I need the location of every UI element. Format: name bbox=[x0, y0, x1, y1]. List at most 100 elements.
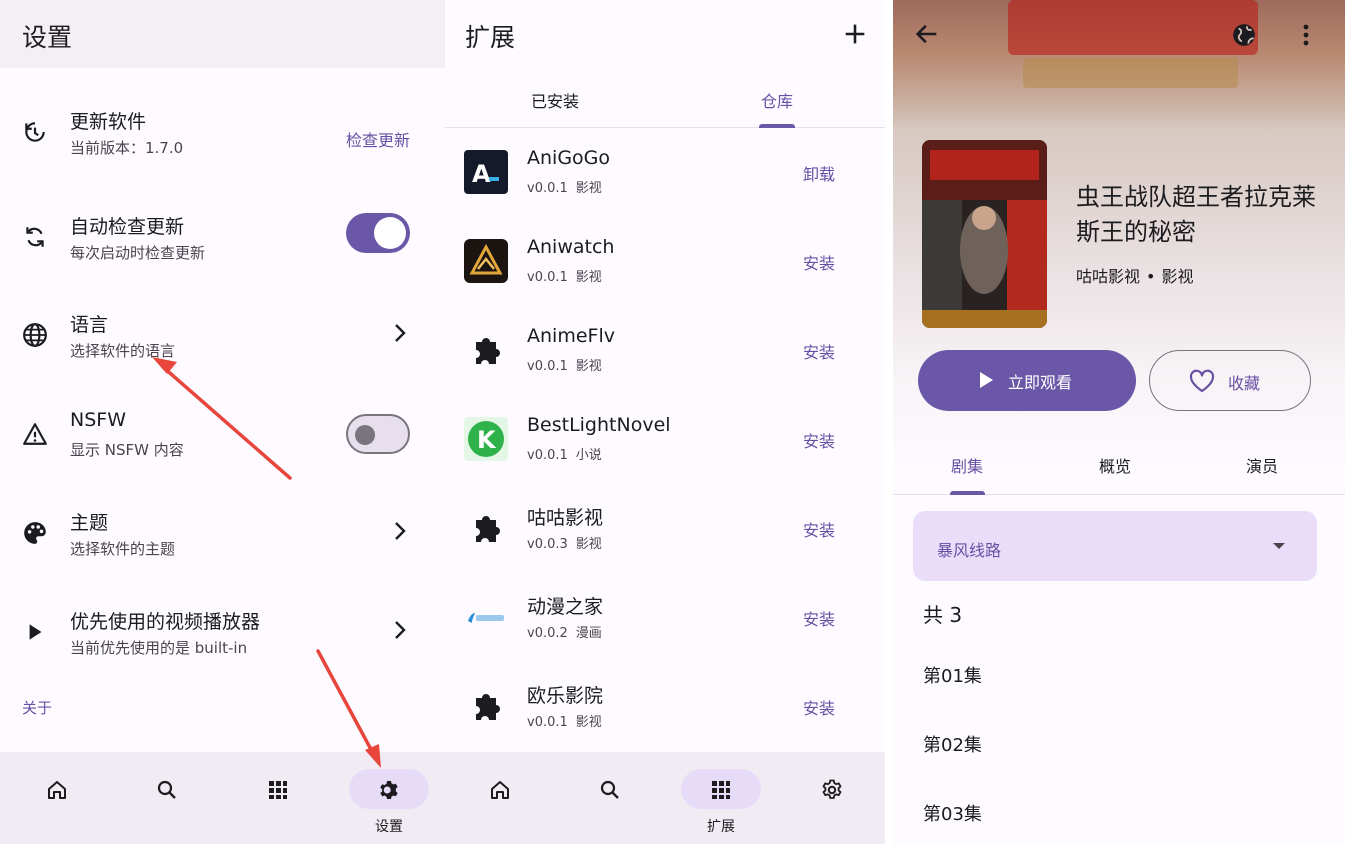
extensions-app-bar: 扩展 bbox=[445, 0, 885, 68]
extension-name: AniGoGo bbox=[527, 147, 611, 169]
extension-name: 欧乐影院 bbox=[527, 685, 604, 707]
about-link[interactable]: 关于 bbox=[22, 697, 52, 718]
update-icon bbox=[25, 122, 45, 142]
source-name: 咕咕影视 bbox=[1076, 267, 1141, 286]
route-selected-value: 暴风线路 bbox=[937, 541, 1002, 560]
settings-item-theme[interactable]: 主题 选择软件的主题 bbox=[0, 498, 445, 578]
nav-home[interactable] bbox=[2, 752, 112, 844]
episode-item[interactable]: 第02集 bbox=[923, 731, 982, 757]
tab-cast[interactable]: 演员 bbox=[1202, 453, 1322, 477]
svg-text:A: A bbox=[472, 160, 491, 188]
dmzj-logo bbox=[464, 595, 508, 639]
settings-item-subtitle: 选择软件的语言 bbox=[70, 342, 176, 360]
globe-icon bbox=[23, 323, 47, 347]
install-button[interactable]: 安装 bbox=[803, 695, 835, 719]
palette-icon bbox=[24, 522, 46, 544]
extension-meta: v0.0.1 小说 bbox=[527, 448, 602, 463]
install-button[interactable]: 安装 bbox=[803, 339, 835, 363]
settings-item-subtitle: 显示 NSFW 内容 bbox=[70, 441, 184, 459]
extension-meta: v0.0.3 影视 bbox=[527, 537, 602, 552]
search-icon bbox=[600, 780, 619, 799]
extension-row-anigogo[interactable]: A AniGoGo v0.0.1 影视 卸载 bbox=[445, 133, 885, 222]
episode-item[interactable]: 第03集 bbox=[923, 800, 982, 826]
install-button[interactable]: 安装 bbox=[803, 606, 835, 630]
puzzle-icon bbox=[464, 328, 508, 372]
settings-item-auto-update[interactable]: 自动检查更新 每次启动时检查更新 bbox=[0, 202, 445, 282]
tab-overview[interactable]: 概览 bbox=[1055, 453, 1175, 477]
chevron-right-icon bbox=[395, 621, 406, 639]
detail-title: 虫王战队超王者拉克莱斯王的秘密 bbox=[1076, 183, 1316, 246]
install-button[interactable]: 安装 bbox=[803, 517, 835, 541]
nav-search[interactable] bbox=[555, 752, 665, 844]
favorite-label: 收藏 bbox=[1228, 374, 1261, 393]
gear-icon bbox=[822, 779, 842, 799]
chevron-right-icon bbox=[395, 324, 406, 342]
tab-episodes[interactable]: 剧集 bbox=[907, 453, 1027, 477]
tab-indicator bbox=[950, 491, 985, 495]
play-icon bbox=[29, 624, 42, 640]
extension-row-animeflv[interactable]: AnimeFlv v0.0.1 影视 安装 bbox=[445, 311, 885, 400]
more-vert-icon[interactable] bbox=[1301, 22, 1311, 48]
detail-screen: 虫王战队超王者拉克莱斯王的秘密 咕咕影视 • 影视 立即观看 收藏 剧集 概览 演员… bbox=[893, 0, 1345, 844]
nav-label: 设置 bbox=[375, 819, 403, 835]
globe-icon[interactable] bbox=[1231, 22, 1257, 48]
route-dropdown[interactable]: 暴风线路 bbox=[913, 511, 1317, 581]
install-button[interactable]: 安装 bbox=[803, 250, 835, 274]
favorite-button[interactable]: 收藏 bbox=[1149, 350, 1311, 411]
nav-extensions[interactable] bbox=[223, 752, 333, 844]
puzzle-icon bbox=[464, 684, 508, 728]
settings-item-nsfw[interactable]: NSFW 显示 NSFW 内容 bbox=[0, 399, 445, 479]
tab-repository[interactable]: 仓库 bbox=[687, 88, 867, 112]
install-button[interactable]: 安装 bbox=[803, 428, 835, 452]
extension-name: Aniwatch bbox=[527, 236, 615, 258]
extension-name: BestLightNovel bbox=[527, 414, 671, 436]
extension-meta: v0.0.2 漫画 bbox=[527, 626, 602, 641]
settings-item-language[interactable]: 语言 选择软件的语言 bbox=[0, 300, 445, 380]
nsfw-toggle[interactable] bbox=[346, 414, 410, 454]
tab-installed[interactable]: 已安装 bbox=[465, 88, 645, 112]
title-logo-art bbox=[1008, 0, 1258, 88]
settings-item-video-player[interactable]: 优先使用的视频播放器 当前优先使用的是 built-in bbox=[0, 597, 445, 677]
extension-meta: v0.0.1 影视 bbox=[527, 270, 602, 285]
back-arrow-icon[interactable] bbox=[913, 20, 941, 48]
settings-app-bar: 设置 bbox=[0, 0, 445, 68]
nav-settings[interactable]: 设置 bbox=[334, 752, 444, 844]
uninstall-button[interactable]: 卸载 bbox=[803, 161, 835, 185]
auto-update-toggle[interactable] bbox=[346, 213, 410, 253]
watch-now-button[interactable]: 立即观看 bbox=[918, 350, 1136, 411]
grid-icon bbox=[712, 781, 730, 799]
gear-icon bbox=[380, 781, 398, 799]
settings-item-update[interactable]: 更新软件 当前版本：1.7.0 检查更新 bbox=[0, 97, 445, 177]
bottom-navigation: 设置 bbox=[0, 752, 445, 844]
toggle-knob bbox=[355, 425, 375, 445]
settings-item-subtitle: 选择软件的主题 bbox=[70, 540, 176, 558]
settings-item-title: 语言 bbox=[70, 314, 109, 336]
extension-row-gugu[interactable]: 咕咕影视 v0.0.3 影视 安装 bbox=[445, 489, 885, 578]
tab-indicator bbox=[759, 124, 795, 128]
extension-meta: v0.0.1 影视 bbox=[527, 359, 602, 374]
grid-icon bbox=[269, 781, 287, 799]
extension-row-ole[interactable]: 欧乐影院 v0.0.1 影视 安装 bbox=[445, 667, 885, 756]
nav-home[interactable] bbox=[445, 752, 555, 844]
settings-item-title: NSFW bbox=[70, 409, 126, 431]
extension-row-aniwatch[interactable]: Aniwatch v0.0.1 影视 安装 bbox=[445, 222, 885, 311]
episode-item[interactable]: 第01集 bbox=[923, 662, 982, 688]
extension-meta: v0.0.1 影视 bbox=[527, 715, 602, 730]
nav-extensions[interactable]: 扩展 bbox=[666, 752, 776, 844]
svg-text:K: K bbox=[477, 426, 497, 454]
detail-tabs: 剧集 概览 演员 bbox=[893, 440, 1345, 495]
aniwatch-logo bbox=[464, 239, 508, 283]
check-update-button[interactable]: 检查更新 bbox=[346, 127, 410, 151]
home-icon bbox=[48, 781, 66, 799]
dropdown-arrow-icon bbox=[1273, 543, 1285, 549]
extensions-tabs: 已安装 仓库 bbox=[445, 68, 885, 128]
nav-search[interactable] bbox=[112, 752, 222, 844]
add-icon[interactable] bbox=[841, 20, 869, 48]
nav-settings[interactable] bbox=[777, 752, 885, 844]
play-icon bbox=[980, 372, 993, 388]
extension-row-dmzj[interactable]: 动漫之家 v0.0.2 漫画 安装 bbox=[445, 578, 885, 667]
watch-now-label: 立即观看 bbox=[1008, 373, 1073, 392]
settings-screen: 设置 更新软件 当前版本：1.7.0 检查更新 自动检查更新 每次启动时检查更新 bbox=[0, 0, 445, 844]
settings-item-subtitle: 当前版本：1.7.0 bbox=[70, 139, 184, 157]
extension-row-bestlightnovel[interactable]: K BestLightNovel v0.0.1 小说 安装 bbox=[445, 400, 885, 489]
